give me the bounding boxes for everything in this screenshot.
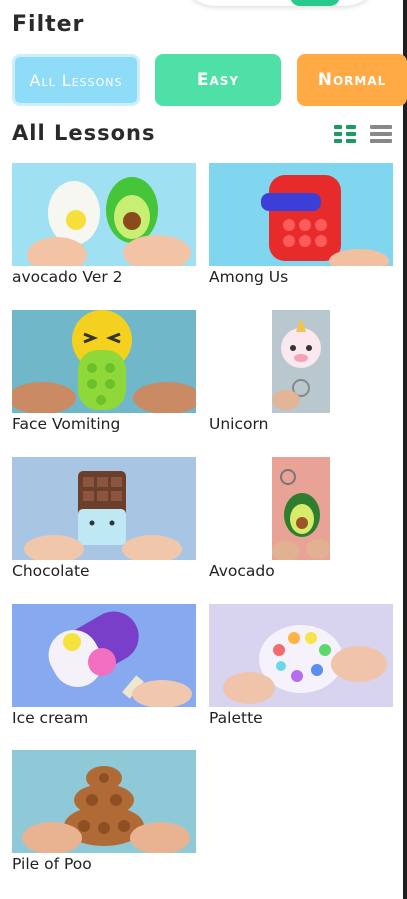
lesson-title: Unicorn [209, 415, 269, 433]
grid-view-icon[interactable] [334, 125, 356, 143]
filter-chip-all-lessons[interactable]: All Lessons [12, 54, 140, 106]
filter-chip-easy[interactable]: Easy [155, 54, 281, 106]
lesson-title: Chocolate [12, 562, 90, 580]
lesson-title: Face Vomiting [12, 415, 121, 433]
filter-chip-normal[interactable]: Normal [297, 54, 407, 106]
lesson-thumbnail[interactable] [209, 604, 393, 707]
lesson-thumbnail[interactable] [12, 457, 196, 560]
filter-title: Filter [12, 12, 85, 37]
lesson-title: Among Us [209, 268, 289, 286]
lesson-thumbnail[interactable] [209, 163, 393, 266]
lesson-thumbnail[interactable] [12, 750, 196, 853]
list-view-icon[interactable] [370, 125, 392, 143]
lesson-title: Palette [209, 709, 263, 727]
lesson-thumbnail[interactable] [272, 457, 330, 560]
lesson-thumbnail[interactable] [12, 163, 196, 266]
section-title: All Lessons [12, 121, 156, 145]
lesson-thumbnail[interactable] [12, 604, 196, 707]
lesson-title: avocado Ver 2 [12, 268, 123, 286]
lesson-title: Ice cream [12, 709, 89, 727]
top-decoration [180, 0, 380, 6]
lesson-title: Pile of Poo [12, 855, 92, 873]
lesson-title: Avocado [209, 562, 275, 580]
scrollbar-edge [403, 0, 407, 899]
lesson-thumbnail[interactable] [12, 310, 196, 413]
lesson-thumbnail[interactable] [272, 310, 330, 413]
